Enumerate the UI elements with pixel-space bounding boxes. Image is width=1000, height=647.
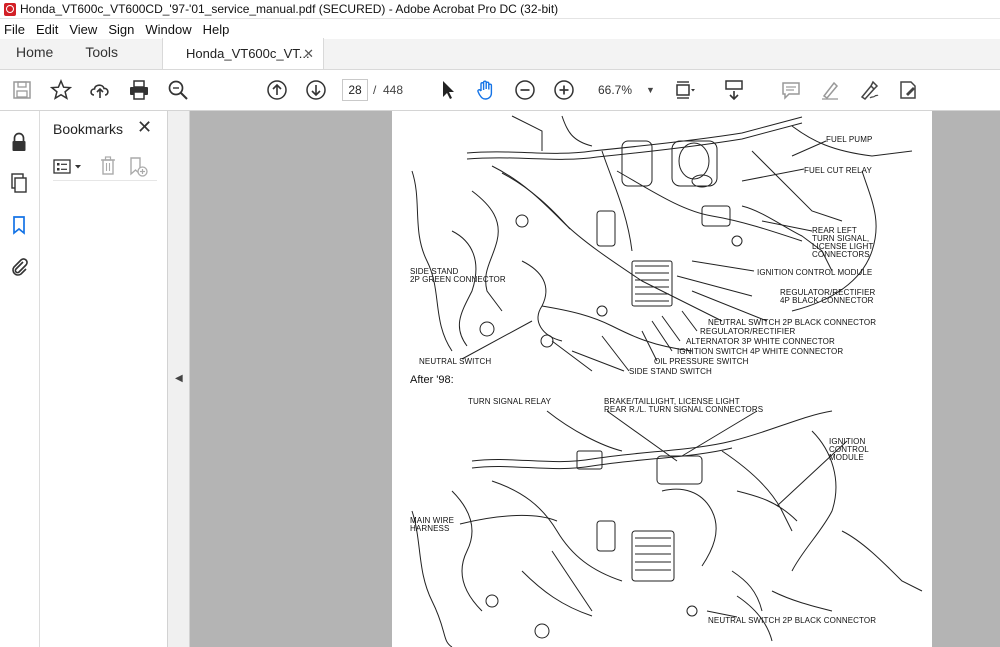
pdf-page: FUEL PUMP FUEL CUT RELAY REAR LEFT TURN … bbox=[392, 111, 932, 647]
label-side-stand-switch: SIDE STAND SWITCH bbox=[629, 367, 712, 376]
label-4p-black-connector: 4P BLACK CONNECTOR bbox=[780, 296, 874, 305]
chevron-down-icon: ▼ bbox=[646, 85, 655, 95]
save-icon[interactable] bbox=[10, 78, 34, 102]
zoom-in-icon[interactable] bbox=[552, 78, 576, 102]
bookmark-options-icon[interactable] bbox=[53, 157, 87, 177]
zoom-level-value: 66.7% bbox=[598, 83, 633, 97]
acrobat-app-icon bbox=[4, 2, 16, 16]
scroll-mode-icon[interactable] bbox=[722, 78, 746, 102]
pages-thumbnail-icon[interactable] bbox=[8, 172, 30, 194]
highlight-pen-icon[interactable] bbox=[818, 78, 842, 102]
previous-page-icon[interactable] bbox=[265, 78, 289, 102]
page-number-input[interactable]: 28 bbox=[342, 79, 368, 101]
label-2p-green-connector: 2P GREEN CONNECTOR bbox=[410, 275, 506, 284]
tab-home[interactable]: Home bbox=[0, 44, 69, 69]
label-module: MODULE bbox=[829, 453, 864, 462]
label-turn-signal-relay: TURN SIGNAL RELAY bbox=[468, 397, 552, 406]
label-regulator-rectifier-2: REGULATOR/RECTIFIER bbox=[700, 327, 796, 336]
close-icon[interactable]: ✕ bbox=[137, 117, 152, 138]
bookmark-icon[interactable] bbox=[8, 214, 30, 236]
menu-edit[interactable]: Edit bbox=[36, 22, 58, 37]
label-ignition-control-module: IGNITION CONTROL MODULE bbox=[757, 268, 873, 277]
menu-bar: File Edit View Sign Window Help bbox=[0, 19, 1000, 39]
menu-file[interactable]: File bbox=[4, 22, 25, 37]
bookmarks-panel: Bookmarks ✕ bbox=[41, 111, 168, 647]
new-bookmark-icon[interactable] bbox=[127, 156, 149, 178]
zoom-out-icon[interactable] bbox=[513, 78, 537, 102]
label-harness: HARNESS bbox=[410, 524, 450, 533]
comment-icon[interactable] bbox=[779, 78, 803, 102]
window-title: Honda_VT600c_VT600CD_'97-'01_service_man… bbox=[20, 2, 559, 16]
fit-page-icon[interactable] bbox=[672, 78, 696, 102]
label-fuel-pump: FUEL PUMP bbox=[826, 135, 873, 144]
hand-tool-icon[interactable] bbox=[474, 78, 498, 102]
label-oil-pressure-switch: OIL PRESSURE SWITCH bbox=[654, 357, 749, 366]
menu-window[interactable]: Window bbox=[145, 22, 191, 37]
bookmarks-toolbar bbox=[53, 155, 157, 181]
document-viewport[interactable]: FUEL PUMP FUEL CUT RELAY REAR LEFT TURN … bbox=[190, 111, 1000, 647]
left-rail bbox=[0, 111, 40, 647]
toolbar bbox=[0, 70, 1000, 111]
tab-document[interactable]: Honda_VT600c_VT... ✕ bbox=[162, 38, 325, 69]
wiring-diagram-drawing bbox=[411, 115, 923, 647]
section-heading-after-98: After '98: bbox=[410, 374, 454, 386]
tab-document-label: Honda_VT600c_VT... bbox=[186, 46, 310, 61]
collapse-arrow-icon: ◀ bbox=[175, 373, 183, 384]
title-bar: Honda_VT600c_VT600CD_'97-'01_service_man… bbox=[0, 0, 1000, 19]
label-neutral-switch-2p-bottom: NEUTRAL SWITCH 2P BLACK CONNECTOR bbox=[708, 616, 877, 625]
cloud-upload-icon[interactable] bbox=[88, 78, 112, 102]
select-cursor-icon[interactable] bbox=[436, 78, 460, 102]
label-connectors: CONNECTORS bbox=[812, 250, 870, 259]
tab-bar: Home Tools Honda_VT600c_VT... ✕ bbox=[0, 38, 1000, 70]
fill-sign-icon[interactable] bbox=[896, 78, 920, 102]
label-neutral-switch-2p: NEUTRAL SWITCH 2P BLACK CONNECTOR bbox=[708, 318, 877, 327]
panel-collapse-handle[interactable]: ◀ bbox=[168, 111, 190, 647]
print-icon[interactable] bbox=[127, 78, 151, 102]
bookmarks-title: Bookmarks bbox=[53, 121, 124, 137]
label-fuel-cut-relay: FUEL CUT RELAY bbox=[804, 166, 872, 175]
tab-close-icon[interactable]: ✕ bbox=[303, 46, 314, 62]
sign-pen-icon[interactable] bbox=[857, 78, 881, 102]
trash-icon[interactable] bbox=[98, 156, 118, 176]
menu-help[interactable]: Help bbox=[203, 22, 230, 37]
zoom-search-icon[interactable] bbox=[166, 78, 190, 102]
next-page-icon[interactable] bbox=[304, 78, 328, 102]
attachment-icon[interactable] bbox=[8, 255, 30, 277]
zoom-level-dropdown[interactable]: 66.7% ▼ bbox=[593, 79, 655, 101]
page-total: 448 bbox=[383, 83, 404, 97]
menu-sign[interactable]: Sign bbox=[108, 22, 134, 37]
label-neutral-switch: NEUTRAL SWITCH bbox=[419, 357, 492, 366]
label-rear-turn-signal-connectors: REAR R./L. TURN SIGNAL CONNECTORS bbox=[604, 405, 764, 414]
star-icon[interactable] bbox=[49, 78, 73, 102]
label-ignition-switch-4p: IGNITION SWITCH 4P WHITE CONNECTOR bbox=[677, 347, 844, 356]
page-separator: / bbox=[373, 83, 377, 97]
tab-tools[interactable]: Tools bbox=[69, 44, 134, 69]
lock-icon[interactable] bbox=[8, 131, 30, 153]
menu-view[interactable]: View bbox=[69, 22, 97, 37]
label-alternator-3p: ALTERNATOR 3P WHITE CONNECTOR bbox=[686, 337, 835, 346]
